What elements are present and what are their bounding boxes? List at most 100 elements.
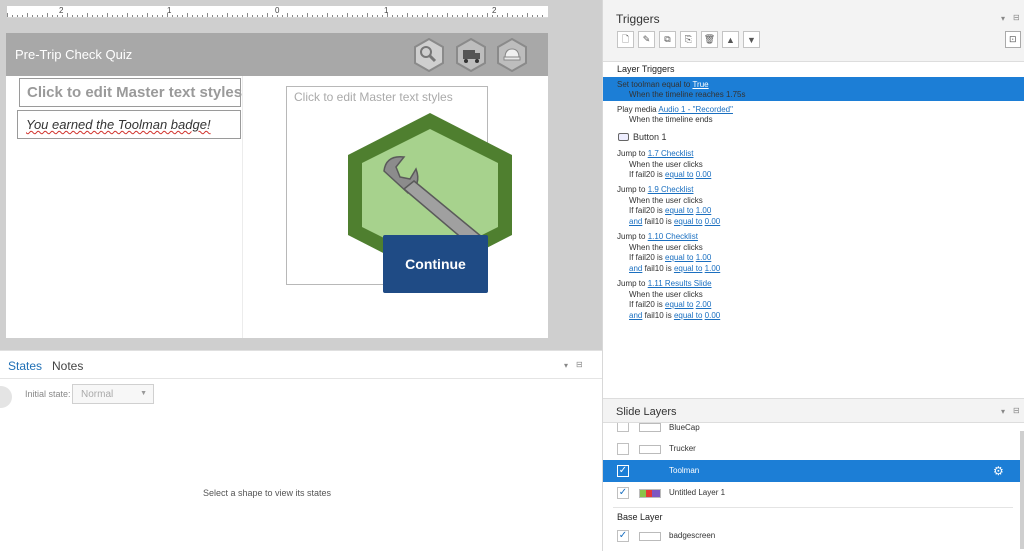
panel-restore-icon[interactable]: ⊟ [576,360,583,369]
value-link[interactable]: 0.00 [705,217,721,226]
trash-icon: 🗑 [703,34,716,44]
value-link[interactable]: 1.00 [705,264,721,273]
operator-link[interactable]: equal to [665,253,693,262]
value-link[interactable]: 0.00 [696,170,712,179]
value-link[interactable]: 0.00 [705,311,721,320]
ruler-tick [382,15,383,17]
move-down-button[interactable]: ▼ [743,31,760,48]
layers-scrollbar[interactable] [1020,431,1024,549]
panel-restore-icon[interactable]: ⊟ [1013,406,1020,415]
ruler-tick [437,15,438,17]
panel-menu-icon[interactable]: ▾ [1001,14,1005,23]
layer-row-bluecap[interactable]: BlueCap [603,423,1020,437]
tab-states[interactable]: States [8,359,42,373]
button-1-group-label[interactable]: Button 1 [633,132,667,142]
copy-trigger-button[interactable]: ⧉ [659,31,676,48]
ruler-tick [377,15,378,17]
layer-row-trucker[interactable]: Trucker [603,438,1020,460]
ruler-tick [432,15,433,17]
new-trigger-button[interactable]: 🗋 [617,31,634,48]
layer-thumbnail [639,489,661,498]
ruler-tick [522,15,523,17]
initial-state-label: Initial state: [25,389,71,399]
slide-title[interactable]: Pre-Trip Check Quiz [15,47,132,62]
ruler-tick [357,15,358,17]
ruler-tick [162,15,163,17]
gear-icon[interactable]: ⚙ [993,464,1004,478]
trigger-jump-1-10[interactable]: Jump to 1.10 Checklist [617,232,698,242]
trigger-jump-1-11[interactable]: Jump to 1.11 Results Slide [617,279,712,289]
layer-thumbnail [639,445,661,454]
panel-restore-icon[interactable]: ⊟ [1013,13,1020,22]
ruler-tick [337,15,338,17]
panel-menu-icon[interactable]: ▾ [1001,407,1005,416]
operator-link[interactable]: equal to [665,206,693,215]
layer-row-badgescreen[interactable]: ✓ badgescreen [603,525,1020,547]
and-link[interactable]: and [629,311,642,320]
ruler-tick [507,13,508,17]
trigger-set-toolman[interactable]: Set toolman equal to True When the timel… [603,77,1024,101]
ruler-tick [262,15,263,17]
trigger-and-condition: and fail10 is equal to 1.00 [629,264,721,273]
ruler-tick [467,13,468,17]
trigger-play-media[interactable]: Play media Audio 1 - "Recorded" [617,105,733,115]
ruler-tick [412,15,413,17]
continue-button[interactable]: Continue [383,235,488,293]
initial-state-dropdown[interactable]: Normal ▼ [72,384,154,404]
states-panel: States Notes ▾ ⊟ Initial state: Normal ▼… [0,350,602,551]
tab-divider [0,378,602,379]
trigger-condition: When the timeline reaches 1.75s [629,90,746,99]
layer-visibility-checkbox[interactable] [617,423,629,432]
ruler-tick [297,15,298,17]
trigger-jump-1-9[interactable]: Jump to 1.9 Checklist [617,185,693,195]
wrench-badge-icon[interactable] [412,38,446,72]
layer-row-untitled-1[interactable]: ✓ Untitled Layer 1 [603,482,1020,504]
ruler-tick [102,15,103,17]
move-up-button[interactable]: ▲ [722,31,739,48]
layer-thumbnail [639,423,661,432]
trigger-if-condition: If fail20 is equal to 0.00 [629,170,712,179]
delete-trigger-button[interactable]: 🗑 [701,31,718,48]
ruler-tick [302,15,303,17]
operator-link[interactable]: equal to [674,311,702,320]
ruler-tick [132,15,133,17]
operator-link[interactable]: equal to [665,300,693,309]
value-link[interactable]: 1.00 [696,206,712,215]
layer-visibility-checkbox[interactable]: ✓ [617,487,629,499]
paste-trigger-button[interactable]: ⎘ [680,31,697,48]
and-link[interactable]: and [629,217,642,226]
media-link[interactable]: Audio 1 - "Recorded" [658,105,733,114]
triggers-header: Triggers ▾ ⊟ 🗋 ✎ ⧉ ⎘ 🗑 ▲ ▼ ⊡ [603,0,1024,62]
slide-link[interactable]: 1.10 Checklist [648,232,698,241]
layer-visibility-checkbox[interactable] [617,443,629,455]
layer-visibility-checkbox[interactable]: ✓ [617,465,629,477]
value-link[interactable]: 2.00 [696,300,712,309]
cap-badge-icon[interactable] [495,38,529,72]
tab-notes[interactable]: Notes [52,359,83,373]
edit-trigger-button[interactable]: ✎ [638,31,655,48]
slide-link[interactable]: 1.11 Results Slide [648,279,712,288]
value-link[interactable]: 1.00 [696,253,712,262]
slide-link[interactable]: 1.9 Checklist [648,185,694,194]
badge-message-textbox[interactable]: You earned the Toolman badge! [17,110,241,139]
and-link[interactable]: and [629,264,642,273]
trigger-jump-1-7[interactable]: Jump to 1.7 Checklist [617,149,693,159]
operator-link[interactable]: equal to [674,217,702,226]
ruler-tick [387,13,388,17]
variables-button[interactable]: ⊡ [1005,31,1021,48]
layer-visibility-checkbox[interactable]: ✓ [617,530,629,542]
slide-link[interactable]: 1.7 Checklist [648,149,694,158]
variable-value-link[interactable]: True [692,80,708,89]
operator-link[interactable]: equal to [674,264,702,273]
trigger-condition: When the user clicks [629,160,703,169]
panel-menu-icon[interactable]: ▾ [564,361,568,370]
state-thumbnail[interactable] [0,386,12,408]
ruler-tick [237,15,238,17]
operator-link[interactable]: equal to [665,170,693,179]
ruler-tick [232,15,233,17]
layer-row-toolman[interactable]: ✓ Toolman ⚙ [603,460,1020,482]
ruler-tick [482,15,483,17]
triggers-title: Triggers [616,12,660,26]
truck-badge-icon[interactable] [454,38,488,72]
master-title-placeholder[interactable]: Click to edit Master text styles [19,78,242,107]
